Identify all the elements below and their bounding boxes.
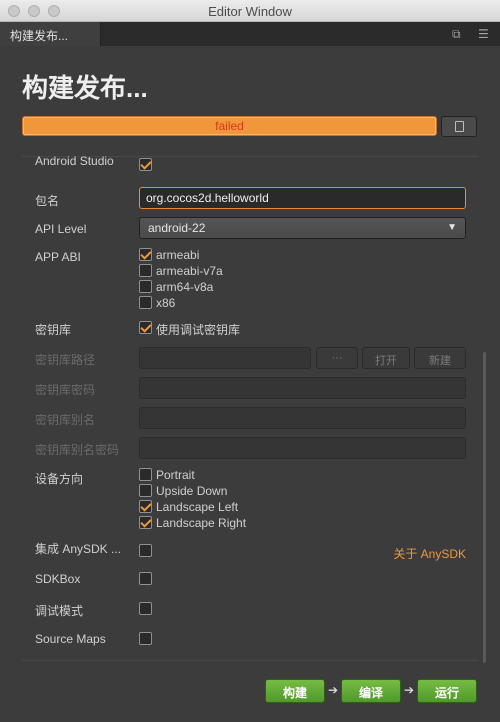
orientation-upside-down-label: Upside Down xyxy=(156,484,228,498)
keystore-alias-input[interactable] xyxy=(139,407,466,429)
keystore-alias-label: 密钥库别名 xyxy=(35,413,96,427)
abi-armeabi-label: armeabi xyxy=(156,248,200,262)
api-level-value: android-22 xyxy=(148,221,206,235)
abi-arm64-v8a-checkbox[interactable] xyxy=(139,280,152,293)
orientation-portrait-checkbox[interactable] xyxy=(139,468,152,481)
orientation-landscape-left-label: Landscape Left xyxy=(156,500,239,514)
abi-armeabi-checkbox[interactable] xyxy=(139,248,152,261)
run-button[interactable]: 运行 xyxy=(417,679,477,703)
sdkbox-label: SDKBox xyxy=(35,572,81,586)
keystore-alias-password-input[interactable] xyxy=(139,437,466,459)
debug-mode-label: 调试模式 xyxy=(35,604,84,618)
orientation-landscape-left-checkbox[interactable] xyxy=(139,500,152,513)
android-studio-checkbox[interactable] xyxy=(139,158,152,171)
source-maps-label: Source Maps xyxy=(35,632,106,646)
abi-x86-label: x86 xyxy=(156,296,176,310)
source-maps-checkbox[interactable] xyxy=(139,632,152,645)
keystore-alias-password-label: 密钥库别名密码 xyxy=(35,443,120,457)
package-name-input[interactable]: org.cocos2d.helloworld xyxy=(139,187,466,209)
document-icon xyxy=(455,121,464,132)
keystore-label: 密钥库 xyxy=(35,323,72,337)
keystore-path-label: 密钥库路径 xyxy=(35,353,96,367)
abi-x86-checkbox[interactable] xyxy=(139,296,152,309)
orientation-label: 设备方向 xyxy=(35,472,84,486)
keystore-password-label: 密钥库密码 xyxy=(35,383,96,397)
abi-armeabi-v7a-checkbox[interactable] xyxy=(139,264,152,277)
use-debug-keystore-label: 使用调试密钥库 xyxy=(156,323,241,337)
orientation-portrait-label: Portrait xyxy=(156,468,195,482)
title-bar: Editor Window xyxy=(0,0,500,22)
orientation-upside-down-checkbox[interactable] xyxy=(139,484,152,497)
sdkbox-checkbox[interactable] xyxy=(139,572,152,585)
build-button[interactable]: 构建 xyxy=(265,679,325,703)
anysdk-label: 集成 AnySDK ... xyxy=(35,542,122,556)
orientation-landscape-right-checkbox[interactable] xyxy=(139,516,152,529)
about-anysdk-link[interactable]: 关于 AnySDK xyxy=(393,545,466,562)
use-debug-keystore-checkbox[interactable] xyxy=(139,321,152,334)
api-level-select[interactable]: android-22 ▼ xyxy=(139,217,466,239)
bottom-divider xyxy=(22,660,478,661)
app-abi-label: APP ABI xyxy=(35,250,81,264)
menu-icon[interactable]: ☰ xyxy=(478,27,489,41)
tab-bar: 构建发布... ⧉ ☰ xyxy=(0,22,500,46)
keystore-path-input[interactable] xyxy=(139,347,311,369)
popout-icon[interactable]: ⧉ xyxy=(452,27,461,41)
arrow-right-icon: ➔ xyxy=(404,683,415,697)
debug-mode-checkbox[interactable] xyxy=(139,602,152,615)
abi-armeabi-v7a-label: armeabi-v7a xyxy=(156,264,223,278)
orientation-landscape-right-label: Landscape Right xyxy=(156,516,247,530)
dropdown-arrow-icon: ▼ xyxy=(447,222,457,233)
build-progress-bar: failed xyxy=(22,116,437,136)
open-keystore-button[interactable]: 打开 xyxy=(362,347,410,369)
scrollbar-thumb[interactable] xyxy=(483,352,486,663)
open-build-folder-button[interactable] xyxy=(441,116,477,137)
api-level-label: API Level xyxy=(35,222,87,236)
anysdk-checkbox[interactable] xyxy=(139,544,152,557)
abi-arm64-v8a-label: arm64-v8a xyxy=(156,280,214,294)
scrollbar[interactable] xyxy=(483,118,486,663)
new-keystore-button[interactable]: 新建 xyxy=(414,347,466,369)
main-panel: 构建发布... failed Android Studio 包名 org.coc… xyxy=(0,46,500,722)
build-settings-form[interactable]: Android Studio 包名 org.cocos2d.helloworld… xyxy=(22,156,478,660)
keystore-password-input[interactable] xyxy=(139,377,466,399)
window-title: Editor Window xyxy=(208,4,292,19)
progress-status-text: failed xyxy=(215,119,244,133)
tab-build-publish[interactable]: 构建发布... xyxy=(0,22,101,46)
compile-button[interactable]: 编译 xyxy=(341,679,401,703)
page-title: 构建发布... xyxy=(22,73,148,103)
android-studio-label: Android Studio xyxy=(35,156,114,168)
package-label: 包名 xyxy=(35,194,60,208)
browse-keystore-button[interactable]: ··· xyxy=(316,347,358,369)
arrow-right-icon: ➔ xyxy=(328,683,339,697)
